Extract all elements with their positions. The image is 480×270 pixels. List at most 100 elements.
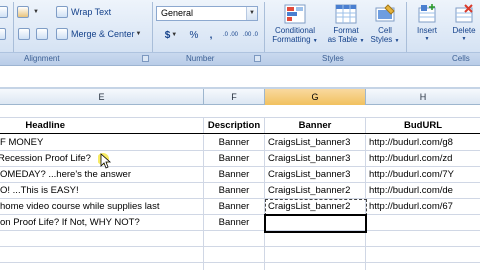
- conditional-formatting-label-2: Formatting ▼: [272, 35, 318, 44]
- alignment-group-label: Alignment: [24, 54, 60, 63]
- align-left-button[interactable]: [0, 6, 11, 18]
- indent-decrease-button[interactable]: [18, 28, 33, 40]
- cell-banner[interactable]: CraigsList_banner2: [265, 183, 366, 198]
- cell-headline[interactable]: F MONEY: [0, 135, 204, 150]
- orientation-button[interactable]: ▼: [17, 6, 39, 18]
- conditional-formatting-button[interactable]: Conditional Formatting ▼: [268, 3, 322, 51]
- cell-banner[interactable]: [265, 231, 366, 246]
- comma-label: ,: [209, 29, 213, 41]
- format-as-table-icon: [335, 4, 357, 24]
- chevron-down-icon: ▼: [135, 31, 142, 37]
- table-row: F MONEY Banner CraigsList_banner3 http:/…: [0, 135, 480, 151]
- column-header-f[interactable]: F: [204, 89, 265, 105]
- merge-center-label: Merge & Center: [71, 29, 135, 39]
- table-row: OMEDAY? ...here's the answer Banner Crai…: [0, 167, 480, 183]
- cell-banner[interactable]: [265, 247, 366, 262]
- cell-description[interactable]: Banner: [204, 183, 265, 198]
- chevron-down-icon: ▼: [171, 32, 178, 38]
- chevron-down-icon: ▼: [424, 36, 430, 42]
- indent-decrease-icon: [18, 28, 30, 40]
- cell-banner[interactable]: CraigsList_banner3: [265, 135, 366, 150]
- delete-button[interactable]: Delete ▼: [446, 3, 480, 51]
- column-header-e[interactable]: E: [0, 89, 204, 105]
- cell-banner[interactable]: CraigsList_banner2: [265, 199, 366, 214]
- cell-headline[interactable]: O! ...This is EASY!: [0, 183, 204, 198]
- header-cell-budurl[interactable]: BudURL: [366, 118, 480, 133]
- wrap-text-icon: [56, 6, 68, 18]
- cell-budurl[interactable]: http://budurl.com/de: [366, 183, 480, 198]
- cell-description[interactable]: [204, 247, 265, 262]
- cell-budurl[interactable]: [366, 263, 480, 270]
- percent-label: %: [189, 29, 199, 41]
- insert-button[interactable]: Insert ▼: [408, 3, 446, 51]
- cell-description[interactable]: Banner: [204, 167, 265, 182]
- number-format-value: General: [161, 8, 194, 18]
- cell-description[interactable]: Banner: [204, 199, 265, 214]
- table-row: [0, 263, 480, 270]
- header-cell-description[interactable]: Description: [204, 118, 265, 133]
- cell-styles-button[interactable]: Cell Styles ▼: [368, 3, 402, 51]
- cell-budurl[interactable]: [366, 231, 480, 246]
- cell-budurl[interactable]: http://budurl.com/67: [366, 199, 480, 214]
- format-as-table-label-2: as Table ▼: [327, 35, 365, 44]
- cell-budurl[interactable]: http://budurl.com/zd: [366, 151, 480, 166]
- orientation-icon: [17, 6, 29, 18]
- header-cell-banner[interactable]: Banner: [265, 118, 366, 133]
- number-dialog-launcher-icon[interactable]: [254, 55, 261, 62]
- merge-center-button[interactable]: Merge & Center ▼: [56, 28, 141, 40]
- cell-headline[interactable]: [0, 247, 204, 262]
- insert-icon: [416, 4, 438, 24]
- cell-budurl[interactable]: [366, 247, 480, 262]
- cell-banner[interactable]: [265, 263, 366, 270]
- mouse-pointer-icon: [98, 153, 112, 169]
- decrease-decimal-button[interactable]: .00 .0: [240, 28, 260, 42]
- wrap-text-button[interactable]: Wrap Text: [56, 6, 111, 18]
- worksheet-grid: Headline Description Banner BudURL F MON…: [0, 105, 480, 270]
- table-row: O! ...This is EASY! Banner CraigsList_ba…: [0, 183, 480, 199]
- cell-description[interactable]: [204, 263, 265, 270]
- cell-budurl[interactable]: http://budurl.com/7Y: [366, 167, 480, 182]
- bold-cut-button[interactable]: [0, 28, 9, 40]
- cell-styles-icon: [374, 4, 396, 24]
- cell-headline[interactable]: on Proof Life? If Not, WHY NOT?: [0, 215, 204, 230]
- styles-group-label: Styles: [322, 54, 344, 63]
- header-cell-headline[interactable]: Headline: [0, 118, 204, 133]
- cell-headline[interactable]: [0, 263, 204, 270]
- indent-increase-icon: [36, 28, 48, 40]
- chevron-down-icon: ▼: [33, 9, 39, 15]
- cell-headline[interactable]: OMEDAY? ...here's the answer: [0, 167, 204, 182]
- formula-bar-area: [0, 66, 480, 88]
- increase-decimal-button[interactable]: .0 .00: [220, 28, 240, 42]
- cell-headline[interactable]: home video course while supplies last: [0, 199, 204, 214]
- merge-center-icon: [56, 28, 68, 40]
- conditional-formatting-label-1: Conditional: [274, 26, 316, 35]
- cells-group-label: Cells: [452, 54, 470, 63]
- column-header-h[interactable]: H: [366, 89, 480, 105]
- increase-decimal-label: .0 .00: [223, 32, 239, 38]
- table-header-row: Headline Description Banner BudURL: [0, 118, 480, 134]
- cell-description[interactable]: Banner: [204, 215, 265, 230]
- chevron-down-icon: ▼: [246, 7, 257, 20]
- comma-button[interactable]: ,: [204, 28, 218, 42]
- cell-banner[interactable]: CraigsList_banner3: [265, 167, 366, 182]
- indent-increase-button[interactable]: [36, 28, 51, 40]
- cell-headline[interactable]: [0, 231, 204, 246]
- cell-banner[interactable]: [265, 215, 366, 230]
- cell-banner[interactable]: CraigsList_banner3: [265, 151, 366, 166]
- alignment-dialog-launcher-icon[interactable]: [142, 55, 149, 62]
- cell-description[interactable]: [204, 231, 265, 246]
- currency-button[interactable]: $ ▼: [158, 28, 184, 42]
- cell-styles-label-2: Styles ▼: [370, 35, 400, 44]
- format-as-table-button[interactable]: Format as Table ▼: [324, 3, 368, 51]
- cell-budurl[interactable]: [366, 215, 480, 230]
- number-format-dropdown[interactable]: General ▼: [156, 6, 258, 21]
- table-row: [0, 247, 480, 263]
- cell-description[interactable]: Banner: [204, 135, 265, 150]
- decrease-decimal-label: .00 .0: [243, 32, 259, 38]
- table-row: Recession Proof Life? Banner CraigsList_…: [0, 151, 480, 167]
- ribbon-group-labels: Alignment Number Styles Cells: [0, 52, 480, 65]
- cell-description[interactable]: Banner: [204, 151, 265, 166]
- column-header-g[interactable]: G: [265, 89, 366, 105]
- cell-budurl[interactable]: http://budurl.com/g8: [366, 135, 480, 150]
- percent-button[interactable]: %: [186, 28, 202, 42]
